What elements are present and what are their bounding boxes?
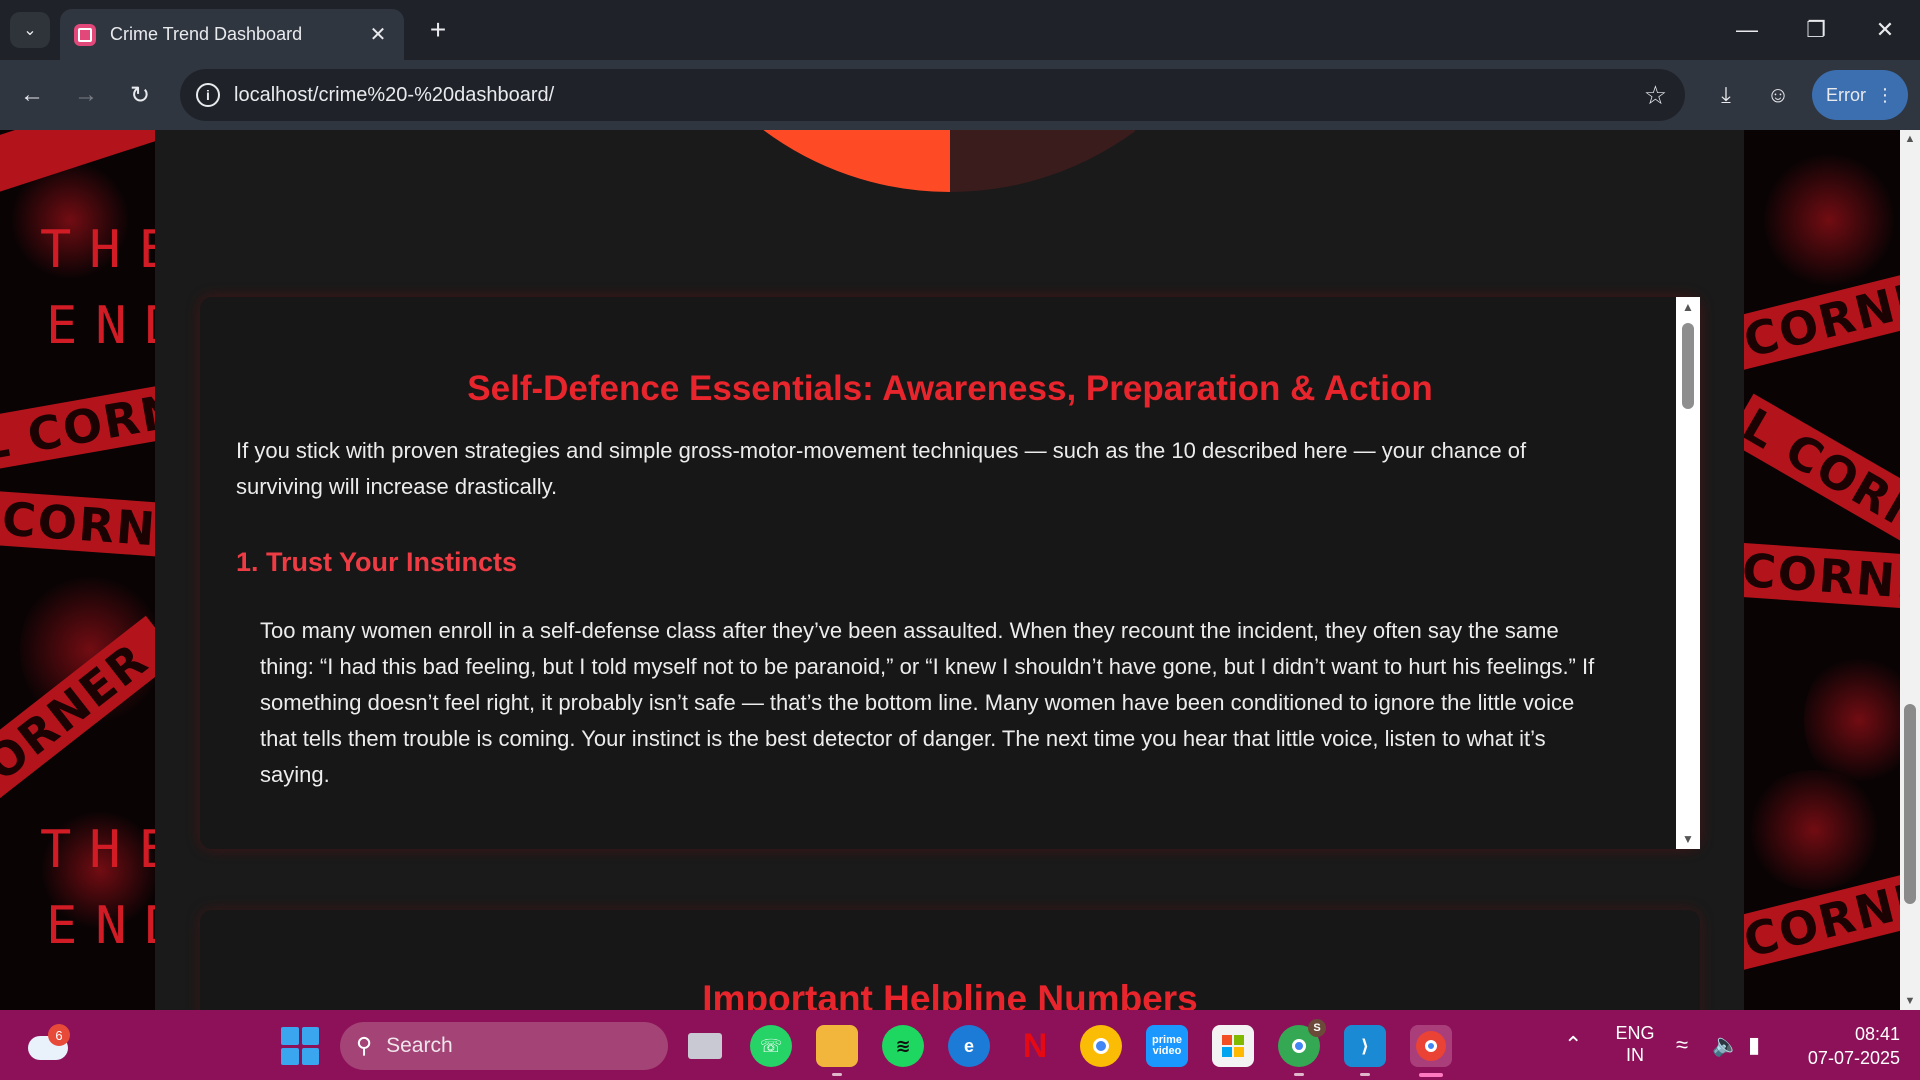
crime-tape-background-left: THE END L CORNE CORNER CORNER THE END xyxy=(0,130,155,1010)
show-hidden-icons-chevron-icon[interactable]: ⌃ xyxy=(1564,1032,1582,1058)
crime-tape-5: L CORNE xyxy=(1744,393,1900,563)
chevron-down-icon: ⌄ xyxy=(23,22,37,39)
vscode-icon[interactable]: ⟩ xyxy=(1344,1025,1386,1076)
page-scroll-thumb[interactable] xyxy=(1904,704,1916,904)
clock-time: 08:41 xyxy=(1854,1024,1900,1044)
crime-tape-2: CORNER xyxy=(0,491,155,561)
tab-search-menu-button[interactable]: ⌄ xyxy=(10,12,50,48)
self-defence-article-card: Self-Defence Essentials: Awareness, Prep… xyxy=(200,297,1700,849)
chrome-icon[interactable] xyxy=(1080,1025,1122,1067)
edge-browser-icon[interactable]: e xyxy=(948,1025,990,1067)
helpline-title: Important Helpline Numbers xyxy=(702,978,1198,1010)
region-code: IN xyxy=(1626,1045,1644,1065)
search-icon: ⚲ xyxy=(356,1033,373,1058)
netflix-icon[interactable]: N xyxy=(1014,1025,1056,1067)
pie-slice-3 xyxy=(950,130,1135,192)
weather-widget[interactable]: 6 xyxy=(28,1024,72,1066)
notification-badge: 6 xyxy=(48,1024,70,1046)
back-button[interactable]: ← xyxy=(14,77,50,113)
end-text-bottom-line1: THE xyxy=(40,820,155,880)
battery-icon[interactable]: ▮ xyxy=(1748,1032,1760,1058)
pie-slice-2 xyxy=(763,130,950,192)
file-explorer-icon[interactable] xyxy=(816,1025,858,1076)
end-text-top-line2: END xyxy=(46,296,155,356)
task-view-icon[interactable] xyxy=(684,1025,726,1067)
page-scroll-up-arrow-icon[interactable]: ▲ xyxy=(1900,130,1920,148)
language-code: ENG xyxy=(1615,1023,1655,1043)
crime-tape-background-right: CORNER L CORNE CORNER CORNER xyxy=(1744,130,1900,1010)
error-label: Error xyxy=(1826,84,1866,105)
main-content: Self-Defence Essentials: Awareness, Prep… xyxy=(155,130,1744,1010)
end-text-top-line1: THE xyxy=(40,220,155,280)
taskbar-search[interactable]: ⚲ Search xyxy=(340,1022,668,1070)
error-menu-button[interactable]: Error ⋮ xyxy=(1812,70,1908,120)
page-viewport: THE END L CORNE CORNER CORNER THE END CO… xyxy=(0,130,1920,1010)
chrome-profile-badge: S xyxy=(1308,1019,1326,1037)
profile-button[interactable]: ☺ xyxy=(1760,77,1796,113)
start-button[interactable] xyxy=(281,1027,319,1065)
spotify-icon[interactable]: ≋ xyxy=(882,1025,924,1067)
search-placeholder: Search xyxy=(386,1034,453,1057)
article-intro: If you stick with proven strategies and … xyxy=(236,438,1527,499)
wifi-icon[interactable]: ≈ xyxy=(1676,1032,1688,1058)
browser-tab-strip: ⌄ Crime Trend Dashboard ✕ + — ❐ ✕ xyxy=(0,0,1920,60)
scroll-down-arrow-icon[interactable]: ▼ xyxy=(1676,829,1700,849)
windows-taskbar: 6 ⚲ Search ☏ ≋ e N prime video S ⟩ ⌃ ENG … xyxy=(0,1010,1920,1080)
article-scrollbar[interactable]: ▲ ▼ xyxy=(1676,297,1700,849)
clock-date: 07-07-2025 xyxy=(1807,1048,1900,1068)
restore-icon: ❐ xyxy=(1806,17,1826,42)
language-indicator[interactable]: ENG IN xyxy=(1610,1022,1660,1066)
address-bar[interactable]: i localhost/crime%20-%20dashboard/ ☆ xyxy=(180,69,1685,121)
close-window-button[interactable]: ✕ xyxy=(1862,12,1908,48)
prime-video-icon[interactable]: prime video xyxy=(1146,1025,1188,1067)
crime-tape-6: CORNER xyxy=(1744,542,1900,613)
close-icon: ✕ xyxy=(1875,17,1895,42)
minimize-button[interactable]: — xyxy=(1724,12,1770,48)
download-icon: ⤓ xyxy=(1721,82,1731,107)
url-text[interactable]: localhost/crime%20-%20dashboard/ xyxy=(234,84,1644,107)
page-scrollbar[interactable]: ▲ ▼ xyxy=(1900,130,1920,1010)
tab-title: Crime Trend Dashboard xyxy=(110,24,303,44)
site-favicon-icon xyxy=(74,23,96,46)
arrow-right-icon: → xyxy=(74,81,98,108)
section-body: Too many women enroll in a self-defense … xyxy=(260,618,1595,787)
article-title: Self-Defence Essentials: Awareness, Prep… xyxy=(467,369,1433,408)
new-tab-button[interactable]: + xyxy=(422,14,454,46)
close-tab-icon[interactable]: ✕ xyxy=(366,22,390,47)
volume-icon[interactable]: 🔈 xyxy=(1712,1032,1739,1058)
downloads-button[interactable]: ⤓ xyxy=(1708,77,1744,113)
crime-tape-1: L CORNE xyxy=(0,377,155,473)
chrome-profile-icon[interactable]: S xyxy=(1278,1019,1326,1076)
end-text-bottom-line2: END xyxy=(46,896,155,956)
browser-tab[interactable]: Crime Trend Dashboard ✕ xyxy=(60,9,404,60)
arrow-left-icon: ← xyxy=(20,81,44,108)
article-scroll-thumb[interactable] xyxy=(1682,323,1694,409)
kebab-menu-icon: ⋮ xyxy=(1876,84,1894,105)
whatsapp-icon[interactable]: ☏ xyxy=(750,1025,792,1067)
forward-button[interactable]: → xyxy=(68,77,104,113)
chrome-active-icon[interactable] xyxy=(1410,1025,1452,1077)
minimize-icon: — xyxy=(1736,17,1758,42)
reload-button[interactable]: ↻ xyxy=(122,77,158,113)
plus-icon: + xyxy=(429,14,447,45)
helpline-card: Important Helpline Numbers xyxy=(200,910,1700,1010)
reload-icon: ↻ xyxy=(129,81,151,109)
section-heading: 1. Trust Your Instincts xyxy=(236,547,518,577)
system-clock[interactable]: 08:41 07-07-2025 xyxy=(1790,1022,1900,1070)
bookmark-star-icon[interactable]: ☆ xyxy=(1644,80,1667,111)
account-circle-icon: ☺ xyxy=(1766,82,1790,107)
browser-toolbar: ← → ↻ i localhost/crime%20-%20dashboard/… xyxy=(0,60,1920,130)
microsoft-store-icon[interactable] xyxy=(1212,1025,1254,1067)
page-scroll-down-arrow-icon[interactable]: ▼ xyxy=(1900,992,1920,1010)
restore-button[interactable]: ❐ xyxy=(1793,12,1839,48)
site-info-icon[interactable]: i xyxy=(196,83,220,107)
scroll-up-arrow-icon[interactable]: ▲ xyxy=(1676,297,1700,317)
